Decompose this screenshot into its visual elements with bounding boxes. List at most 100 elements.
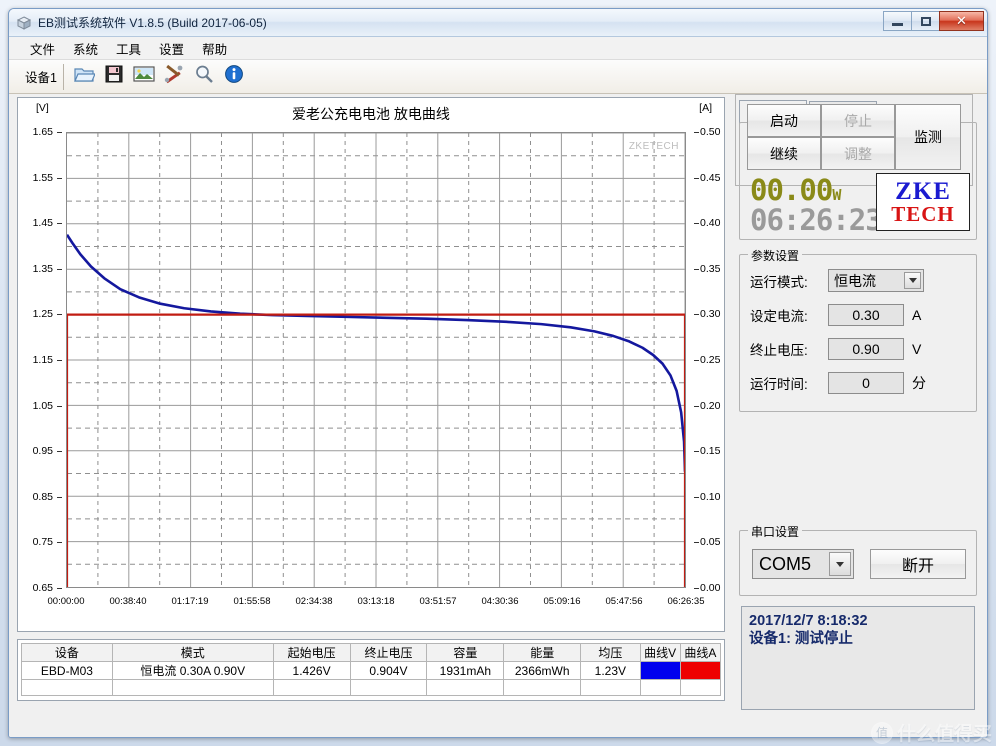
cutoff-voltage-input[interactable]: 0.90 bbox=[828, 338, 904, 360]
x-tick-label: 02:34:38 bbox=[295, 596, 333, 607]
menu-item-file[interactable]: 文件 bbox=[21, 37, 64, 60]
y-tick-left: 1.45 bbox=[32, 217, 53, 230]
x-tick-label: 05:09:16 bbox=[543, 596, 581, 607]
y-tick-left: 1.05 bbox=[32, 399, 53, 412]
y-tick-right: 0.15 bbox=[700, 445, 721, 458]
serial-settings-legend: 串口设置 bbox=[748, 523, 803, 540]
minimize-icon bbox=[892, 22, 903, 26]
y-tick-left: 0.95 bbox=[32, 445, 53, 458]
maximize-icon bbox=[920, 16, 931, 26]
y-tick-mark-left bbox=[57, 314, 62, 316]
run-mode-value: 恒电流 bbox=[834, 272, 876, 289]
cutoff-voltage-label: 终止电压: bbox=[750, 343, 808, 358]
tools-button[interactable] bbox=[160, 64, 188, 90]
th-energy: 能量 bbox=[503, 643, 582, 662]
cell-curve-v-swatch[interactable] bbox=[639, 661, 681, 680]
x-tick-label: 03:13:18 bbox=[357, 596, 395, 607]
run-time-label: 运行时间: bbox=[750, 377, 808, 392]
set-current-row: 设定电流: 0.30 A bbox=[750, 304, 921, 326]
power-readout: 00.00W bbox=[750, 173, 841, 207]
open-folder-button[interactable] bbox=[70, 64, 98, 90]
x-tick-label: 01:55:58 bbox=[233, 596, 271, 607]
y-tick-right: 0.25 bbox=[700, 354, 721, 366]
y-tick-mark-right bbox=[694, 268, 699, 270]
y-tick-mark-right bbox=[694, 177, 699, 179]
set-current-label: 设定电流: bbox=[750, 309, 808, 324]
monitor-button[interactable]: 监测 bbox=[895, 104, 961, 170]
run-mode-label: 运行模式: bbox=[750, 274, 808, 290]
adjust-button: 调整 bbox=[821, 137, 895, 170]
x-tick-label: 00:38:40 bbox=[109, 596, 147, 607]
save-button[interactable] bbox=[100, 64, 128, 90]
open-folder-icon bbox=[73, 64, 96, 89]
y-tick-mark-left bbox=[57, 588, 62, 589]
app-cube-icon bbox=[16, 15, 32, 31]
continue-button[interactable]: 继续 bbox=[747, 137, 821, 170]
power-unit: W bbox=[832, 186, 841, 204]
window-title: EB测试系统软件 V1.8.5 (Build 2017-06-05) bbox=[38, 16, 267, 30]
cell-start-voltage: 1.426V bbox=[272, 661, 351, 680]
info-icon bbox=[224, 64, 244, 89]
y-tick-right: 0.30 bbox=[700, 308, 721, 321]
y-tick-mark-left bbox=[57, 268, 62, 270]
summary-table-panel: 设备 模式 起始电压 终止电压 容量 能量 均压 曲线V 曲线A EBD-M03… bbox=[17, 639, 725, 701]
info-button[interactable] bbox=[220, 64, 248, 90]
zketech-logo-top: ZKE bbox=[895, 178, 951, 205]
minimize-button[interactable] bbox=[883, 11, 912, 31]
menu-item-system[interactable]: 系统 bbox=[64, 37, 107, 60]
y-tick-right: 0.40 bbox=[700, 217, 721, 230]
run-time-input[interactable]: 0 bbox=[828, 372, 904, 394]
set-current-unit: A bbox=[912, 307, 922, 323]
set-current-input[interactable]: 0.30 bbox=[828, 304, 904, 326]
table-row-empty bbox=[21, 679, 722, 696]
main-window: EB测试系统软件 V1.8.5 (Build 2017-06-05) ✕ 文件 … bbox=[8, 8, 988, 738]
y-tick-mark-right bbox=[694, 405, 699, 407]
y-tick-mark-left bbox=[57, 451, 62, 453]
run-mode-select[interactable]: 恒电流 bbox=[828, 269, 924, 292]
cell-avg-voltage: 1.23V bbox=[580, 661, 641, 680]
menu-item-help[interactable]: 帮助 bbox=[193, 37, 236, 60]
image-export-button[interactable] bbox=[130, 64, 158, 90]
y-tick-mark-right bbox=[694, 360, 699, 361]
close-button[interactable]: ✕ bbox=[939, 11, 984, 31]
com-port-value: COM5 bbox=[759, 553, 812, 574]
zoom-search-icon bbox=[194, 64, 214, 89]
zoom-search-button[interactable] bbox=[190, 64, 218, 90]
plot-area[interactable]: ZKETECH bbox=[66, 132, 686, 588]
cell-energy: 2366mWh bbox=[503, 661, 582, 680]
table-row[interactable]: EBD-M03 恒电流 0.30A 0.90V 1.426V 0.904V 19… bbox=[21, 661, 722, 680]
body-area: [V] [A] 爱老公充电电池 放电曲线 0.65 0.75 0.85 0.95 1.0… bbox=[9, 94, 987, 737]
y-tick-right: 0.05 bbox=[700, 536, 721, 549]
application-root: EB测试系统软件 V1.8.5 (Build 2017-06-05) ✕ 文件 … bbox=[0, 0, 996, 746]
x-tick-label: 04:30:36 bbox=[481, 596, 519, 607]
status-log[interactable]: 2017/12/7 8:18:32 设备1: 测试停止 bbox=[741, 606, 975, 710]
y-tick-mark-left bbox=[57, 223, 62, 225]
x-tick-label: 03:51:57 bbox=[419, 596, 457, 607]
y-tick-right: 0.45 bbox=[700, 171, 721, 184]
y-tick-right: 0.20 bbox=[700, 399, 721, 412]
cell-capacity: 1931mAh bbox=[426, 661, 505, 680]
th-mode: 模式 bbox=[111, 643, 274, 662]
menu-bar: 文件 系统 工具 设置 帮助 bbox=[9, 37, 987, 60]
start-button[interactable]: 启动 bbox=[747, 104, 821, 137]
menu-item-tools[interactable]: 工具 bbox=[107, 37, 150, 60]
y-tick-left: 0.85 bbox=[32, 490, 53, 503]
com-port-select[interactable]: COM5 bbox=[752, 549, 854, 579]
chevron-down-icon[interactable] bbox=[829, 552, 851, 576]
chart-panel: [V] [A] 爱老公充电电池 放电曲线 0.65 0.75 0.85 0.95 1.0… bbox=[17, 97, 725, 632]
cell-curve-a-swatch[interactable] bbox=[679, 661, 722, 680]
chevron-down-icon[interactable] bbox=[904, 272, 921, 289]
summary-table: 设备 模式 起始电压 终止电压 容量 能量 均压 曲线V 曲线A EBD-M03… bbox=[21, 643, 722, 696]
menu-item-settings[interactable]: 设置 bbox=[150, 37, 193, 60]
parameter-settings-group: 参数设置 运行模式: 恒电流 设定电流: 0.30 A 终止电压: 0.90 V… bbox=[739, 247, 977, 412]
x-tick-label: 05:47:56 bbox=[605, 596, 643, 607]
parameter-settings-legend: 参数设置 bbox=[748, 247, 803, 264]
cell-mode: 恒电流 0.30A 0.90V bbox=[111, 661, 274, 680]
disconnect-button[interactable]: 断开 bbox=[870, 549, 966, 579]
device-tab-1[interactable]: 设备1 bbox=[19, 63, 64, 90]
cell-end-voltage: 0.904V bbox=[349, 661, 428, 680]
y-tick-mark-right bbox=[694, 223, 699, 225]
y-tick-mark-right bbox=[694, 314, 699, 316]
maximize-button[interactable] bbox=[911, 11, 940, 31]
run-mode-row: 运行模式: 恒电流 bbox=[750, 269, 924, 292]
